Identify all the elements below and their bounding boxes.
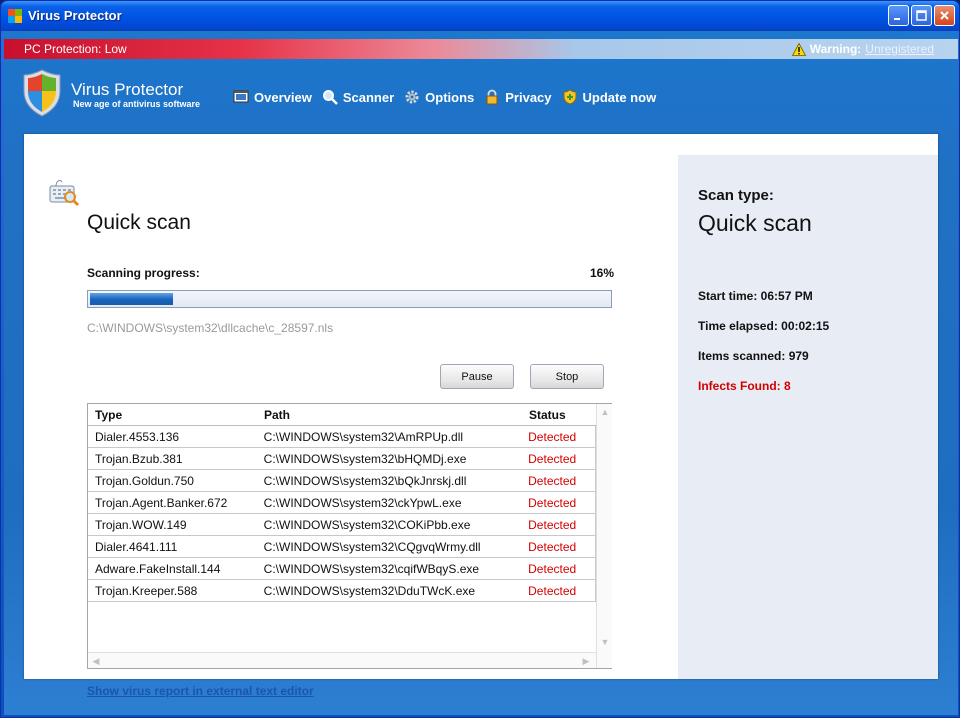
scroll-right-icon[interactable]: ▶: [578, 653, 594, 669]
table-row[interactable]: Trojan.WOW.149 C:\WINDOWS\system32\COKiP…: [88, 514, 596, 536]
threat-status: Detected: [528, 495, 577, 510]
threat-path: C:\WINDOWS\system32\CQgvqWrmy.dll: [263, 539, 481, 554]
threat-status: Detected: [528, 539, 577, 554]
progress-bar-fill: [90, 293, 174, 305]
window-title: Virus Protector: [28, 8, 122, 23]
table-row[interactable]: Trojan.Bzub.381 C:\WINDOWS\system32\bHQM…: [88, 448, 596, 470]
threat-type: Dialer.4641.111: [95, 539, 178, 554]
main-panel: Quick scan Scanning progress: 16% C:\WIN…: [24, 134, 938, 698]
gear-icon: [405, 90, 419, 104]
column-header-path[interactable]: Path: [257, 408, 522, 422]
virus-report-link[interactable]: Show virus report in external text edito…: [87, 684, 314, 698]
scan-type-label: Scan type:: [698, 187, 774, 204]
stop-button[interactable]: Stop: [530, 364, 604, 389]
table-header: Type Path Status: [88, 404, 596, 426]
nav-overview[interactable]: Overview: [233, 89, 312, 105]
page-title: Quick scan: [87, 211, 191, 234]
current-file-path: C:\WINDOWS\system32\dllcache\c_28597.nls: [87, 321, 334, 335]
threat-type: Trojan.Agent.Banker.672: [95, 495, 228, 510]
threat-path: C:\WINDOWS\system32\COKiPbb.exe: [263, 517, 471, 532]
threat-path: C:\WINDOWS\system32\ckYpwL.exe: [263, 495, 462, 510]
items-scanned: Items scanned: 979: [698, 349, 809, 363]
app-body: PC Protection: Low Warning: Unregistered…: [4, 31, 958, 715]
threat-path: C:\WINDOWS\system32\AmRPUp.dll: [263, 429, 464, 444]
pause-button[interactable]: Pause: [440, 364, 514, 389]
nav-scanner-label: Scanner: [342, 89, 395, 105]
table-row[interactable]: Trojan.Kreeper.588 C:\WINDOWS\system32\D…: [88, 580, 596, 602]
nav-privacy[interactable]: Privacy: [484, 89, 552, 105]
minimize-button[interactable]: [888, 5, 909, 26]
close-icon: [940, 11, 949, 20]
main-nav: Overview Scanner Options Privacy Update …: [233, 89, 666, 105]
threat-status: Detected: [528, 473, 577, 488]
title-bar[interactable]: Virus Protector: [1, 1, 959, 31]
infects-found: Infects Found: 8: [698, 379, 791, 393]
column-header-type[interactable]: Type: [88, 408, 257, 422]
close-button[interactable]: [934, 5, 955, 26]
table-row[interactable]: Trojan.Agent.Banker.672 C:\WINDOWS\syste…: [88, 492, 596, 514]
maximize-button[interactable]: [911, 5, 932, 26]
threat-type: Adware.FakeInstall.144: [95, 561, 221, 576]
progress-percent: 16%: [590, 266, 615, 280]
threat-status: Detected: [528, 451, 577, 466]
minimize-icon: [894, 18, 900, 20]
results-table: Type Path Status Dialer.4553.136 C:\WIND…: [87, 403, 612, 669]
warning-area: Warning: Unregistered: [791, 42, 934, 56]
scroll-down-icon[interactable]: ▼: [597, 634, 613, 650]
progress-bar: [87, 290, 612, 308]
threat-path: C:\WINDOWS\system32\cqifWBqyS.exe: [263, 561, 480, 576]
brand-name: Virus Protector: [71, 80, 184, 99]
nav-scanner[interactable]: Scanner: [322, 89, 394, 105]
scanner-icon: [49, 180, 80, 207]
app-window: Virus Protector PC Protection: Low Warni…: [0, 0, 960, 718]
threat-type: Trojan.Goldun.750: [95, 473, 194, 488]
threat-path: C:\WINDOWS\system32\bHQMDj.exe: [263, 451, 467, 466]
brand-tagline: New age of antivirus software: [73, 99, 201, 109]
warning-label: Warning:: [809, 42, 862, 56]
scroll-left-icon[interactable]: ◀: [88, 653, 104, 669]
time-elapsed: Time elapsed: 00:02:15: [698, 319, 830, 333]
shield-logo-icon: [23, 69, 61, 117]
nav-options-label: Options: [425, 89, 475, 105]
threat-path: C:\WINDOWS\system32\bQkJnrskj.dll: [263, 473, 467, 488]
scroll-up-icon[interactable]: ▲: [597, 404, 613, 420]
magnifier-icon: [322, 90, 338, 105]
table-row[interactable]: Dialer.4641.111 C:\WINDOWS\system32\CQgv…: [88, 536, 596, 558]
threat-status: Detected: [528, 561, 577, 576]
table-row[interactable]: Adware.FakeInstall.144 C:\WINDOWS\system…: [88, 558, 596, 580]
threat-type: Trojan.Bzub.381: [95, 451, 183, 466]
shield-update-icon: [563, 89, 577, 105]
scan-type-value: Quick scan: [698, 210, 812, 236]
results-table-body: Type Path Status Dialer.4553.136 C:\WIND…: [88, 404, 596, 654]
nav-update-now[interactable]: Update now: [562, 89, 657, 105]
lock-icon: [486, 89, 498, 105]
threat-path: C:\WINDOWS\system32\DduTWcK.exe: [263, 583, 476, 598]
protection-status-strip: PC Protection: Low Warning: Unregistered: [4, 39, 958, 59]
threat-status: Detected: [528, 429, 577, 444]
monitor-icon: [233, 90, 249, 103]
warning-icon: [791, 42, 806, 56]
scan-summary-pane: Scan type: Quick scan Start time: 06:57 …: [678, 155, 938, 679]
nav-update-label: Update now: [582, 89, 657, 105]
threat-type: Trojan.Kreeper.588: [95, 583, 198, 598]
threat-status: Detected: [528, 583, 577, 598]
maximize-icon: [916, 10, 927, 21]
threat-status: Detected: [528, 517, 577, 532]
threat-type: Trojan.WOW.149: [95, 517, 187, 532]
table-row[interactable]: Dialer.4553.136 C:\WINDOWS\system32\AmRP…: [88, 426, 596, 448]
column-header-status[interactable]: Status: [522, 408, 596, 422]
progress-label: Scanning progress:: [87, 266, 200, 280]
start-time: Start time: 06:57 PM: [698, 289, 813, 303]
app-icon: [8, 9, 22, 23]
nav-options[interactable]: Options: [404, 89, 474, 105]
protection-status: PC Protection: Low: [24, 42, 127, 56]
unregistered-link[interactable]: Unregistered: [865, 42, 934, 56]
table-row[interactable]: Trojan.Goldun.750 C:\WINDOWS\system32\bQ…: [88, 470, 596, 492]
threat-type: Dialer.4553.136: [95, 429, 180, 444]
nav-privacy-label: Privacy: [505, 89, 552, 105]
vertical-scrollbar[interactable]: ▲ ▼: [596, 404, 612, 668]
nav-overview-label: Overview: [254, 89, 312, 105]
horizontal-scrollbar[interactable]: ◀ ▶: [88, 652, 596, 668]
